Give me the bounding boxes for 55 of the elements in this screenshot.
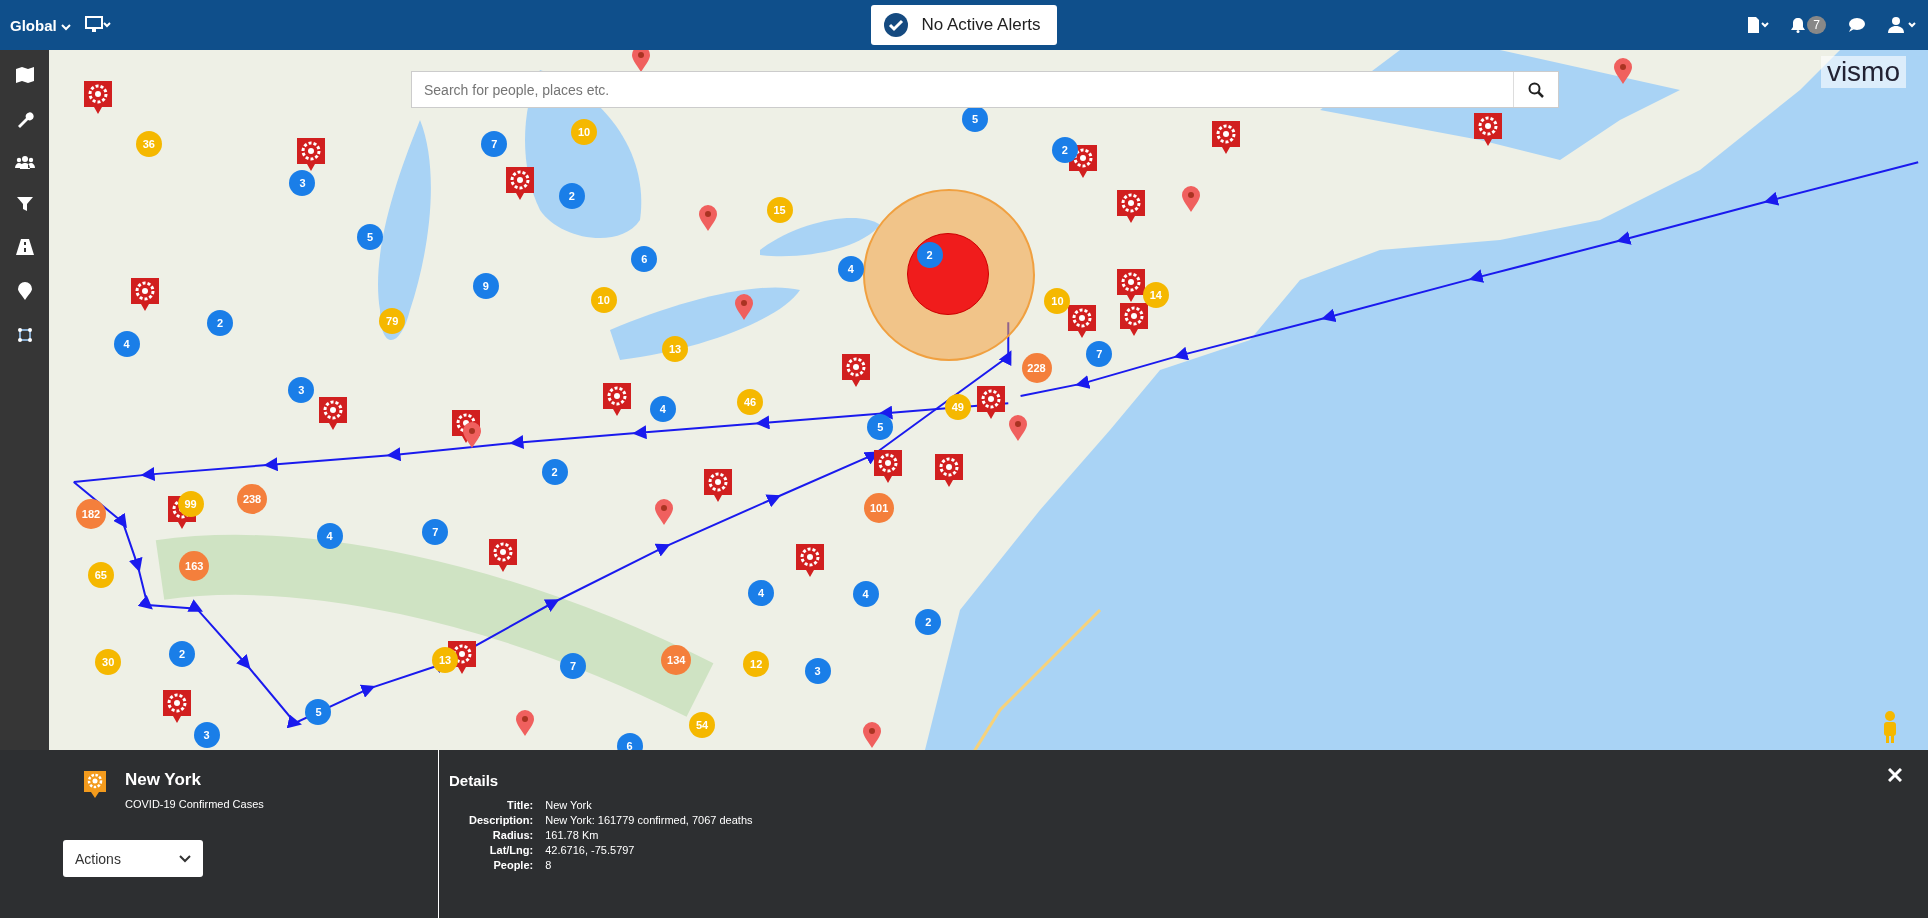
document-icon[interactable] bbox=[1747, 16, 1770, 34]
pin-marker-icon[interactable] bbox=[698, 203, 719, 232]
panel-subtitle: COVID-19 Confirmed Cases bbox=[125, 798, 264, 810]
pin-marker-icon[interactable] bbox=[861, 721, 882, 750]
pin-marker-icon[interactable] bbox=[1181, 185, 1202, 214]
pin-marker-icon[interactable] bbox=[1613, 57, 1634, 86]
chevron-down-icon bbox=[179, 854, 191, 863]
gear-marker-icon[interactable] bbox=[703, 467, 734, 504]
actions-dropdown[interactable]: Actions bbox=[63, 840, 203, 877]
monitor-icon[interactable] bbox=[84, 16, 111, 34]
field-label: People: bbox=[492, 859, 534, 871]
filter-icon[interactable] bbox=[16, 196, 33, 212]
field-value: 8 bbox=[545, 859, 553, 871]
field-label: Title: bbox=[506, 799, 534, 811]
pin-marker-icon[interactable] bbox=[653, 497, 674, 526]
notification-badge: 7 bbox=[1807, 16, 1826, 34]
pin-marker-icon[interactable] bbox=[733, 293, 754, 322]
search-icon[interactable] bbox=[1528, 81, 1544, 98]
location-pin-icon[interactable] bbox=[17, 282, 32, 300]
gear-marker-icon[interactable] bbox=[795, 542, 826, 579]
bell-icon[interactable] bbox=[1791, 17, 1806, 33]
field-label: Description: bbox=[469, 814, 534, 826]
field-value: 42.6716, -75.5797 bbox=[545, 844, 636, 856]
panel-title: New York bbox=[125, 770, 202, 790]
gear-marker-icon[interactable] bbox=[1118, 301, 1149, 338]
details-heading: Details bbox=[449, 772, 500, 789]
field-value: 161.78 Km bbox=[545, 829, 600, 841]
field-label: Lat/Lng: bbox=[488, 844, 534, 856]
pin-marker-icon[interactable] bbox=[462, 421, 483, 450]
alerts-button[interactable]: No Active Alerts bbox=[871, 5, 1057, 45]
gear-marker-icon[interactable] bbox=[1210, 119, 1241, 156]
scope-dropdown[interactable]: Global bbox=[10, 16, 71, 34]
gear-marker-icon[interactable] bbox=[934, 452, 965, 489]
field-value: New York bbox=[545, 799, 593, 811]
gear-marker-icon[interactable] bbox=[487, 537, 518, 574]
selection-icon[interactable] bbox=[16, 327, 33, 343]
gear-marker-icon[interactable] bbox=[296, 136, 327, 173]
gear-marker-icon[interactable] bbox=[602, 381, 633, 418]
check-circle-icon bbox=[883, 12, 910, 38]
field-value: New York: 161779 confirmed, 7067 deaths bbox=[545, 814, 753, 826]
field-label: Radius: bbox=[491, 829, 534, 841]
chat-icon[interactable] bbox=[1848, 17, 1866, 33]
user-icon[interactable] bbox=[1888, 16, 1918, 34]
people-icon[interactable] bbox=[14, 155, 35, 169]
gear-marker-icon[interactable] bbox=[162, 689, 193, 725]
logo: vismo bbox=[1820, 56, 1906, 88]
search-field[interactable]: Search for people, places etc. bbox=[411, 71, 1559, 108]
pin-marker-icon[interactable] bbox=[515, 709, 536, 737]
chevron-down-icon bbox=[60, 23, 71, 31]
map-icon[interactable] bbox=[15, 67, 34, 83]
pin-marker-icon[interactable] bbox=[630, 50, 651, 73]
virus-marker-icon bbox=[83, 770, 107, 800]
pin-marker-icon[interactable] bbox=[1008, 413, 1029, 442]
road-icon[interactable] bbox=[15, 239, 34, 255]
gear-marker-icon[interactable] bbox=[1116, 188, 1147, 225]
